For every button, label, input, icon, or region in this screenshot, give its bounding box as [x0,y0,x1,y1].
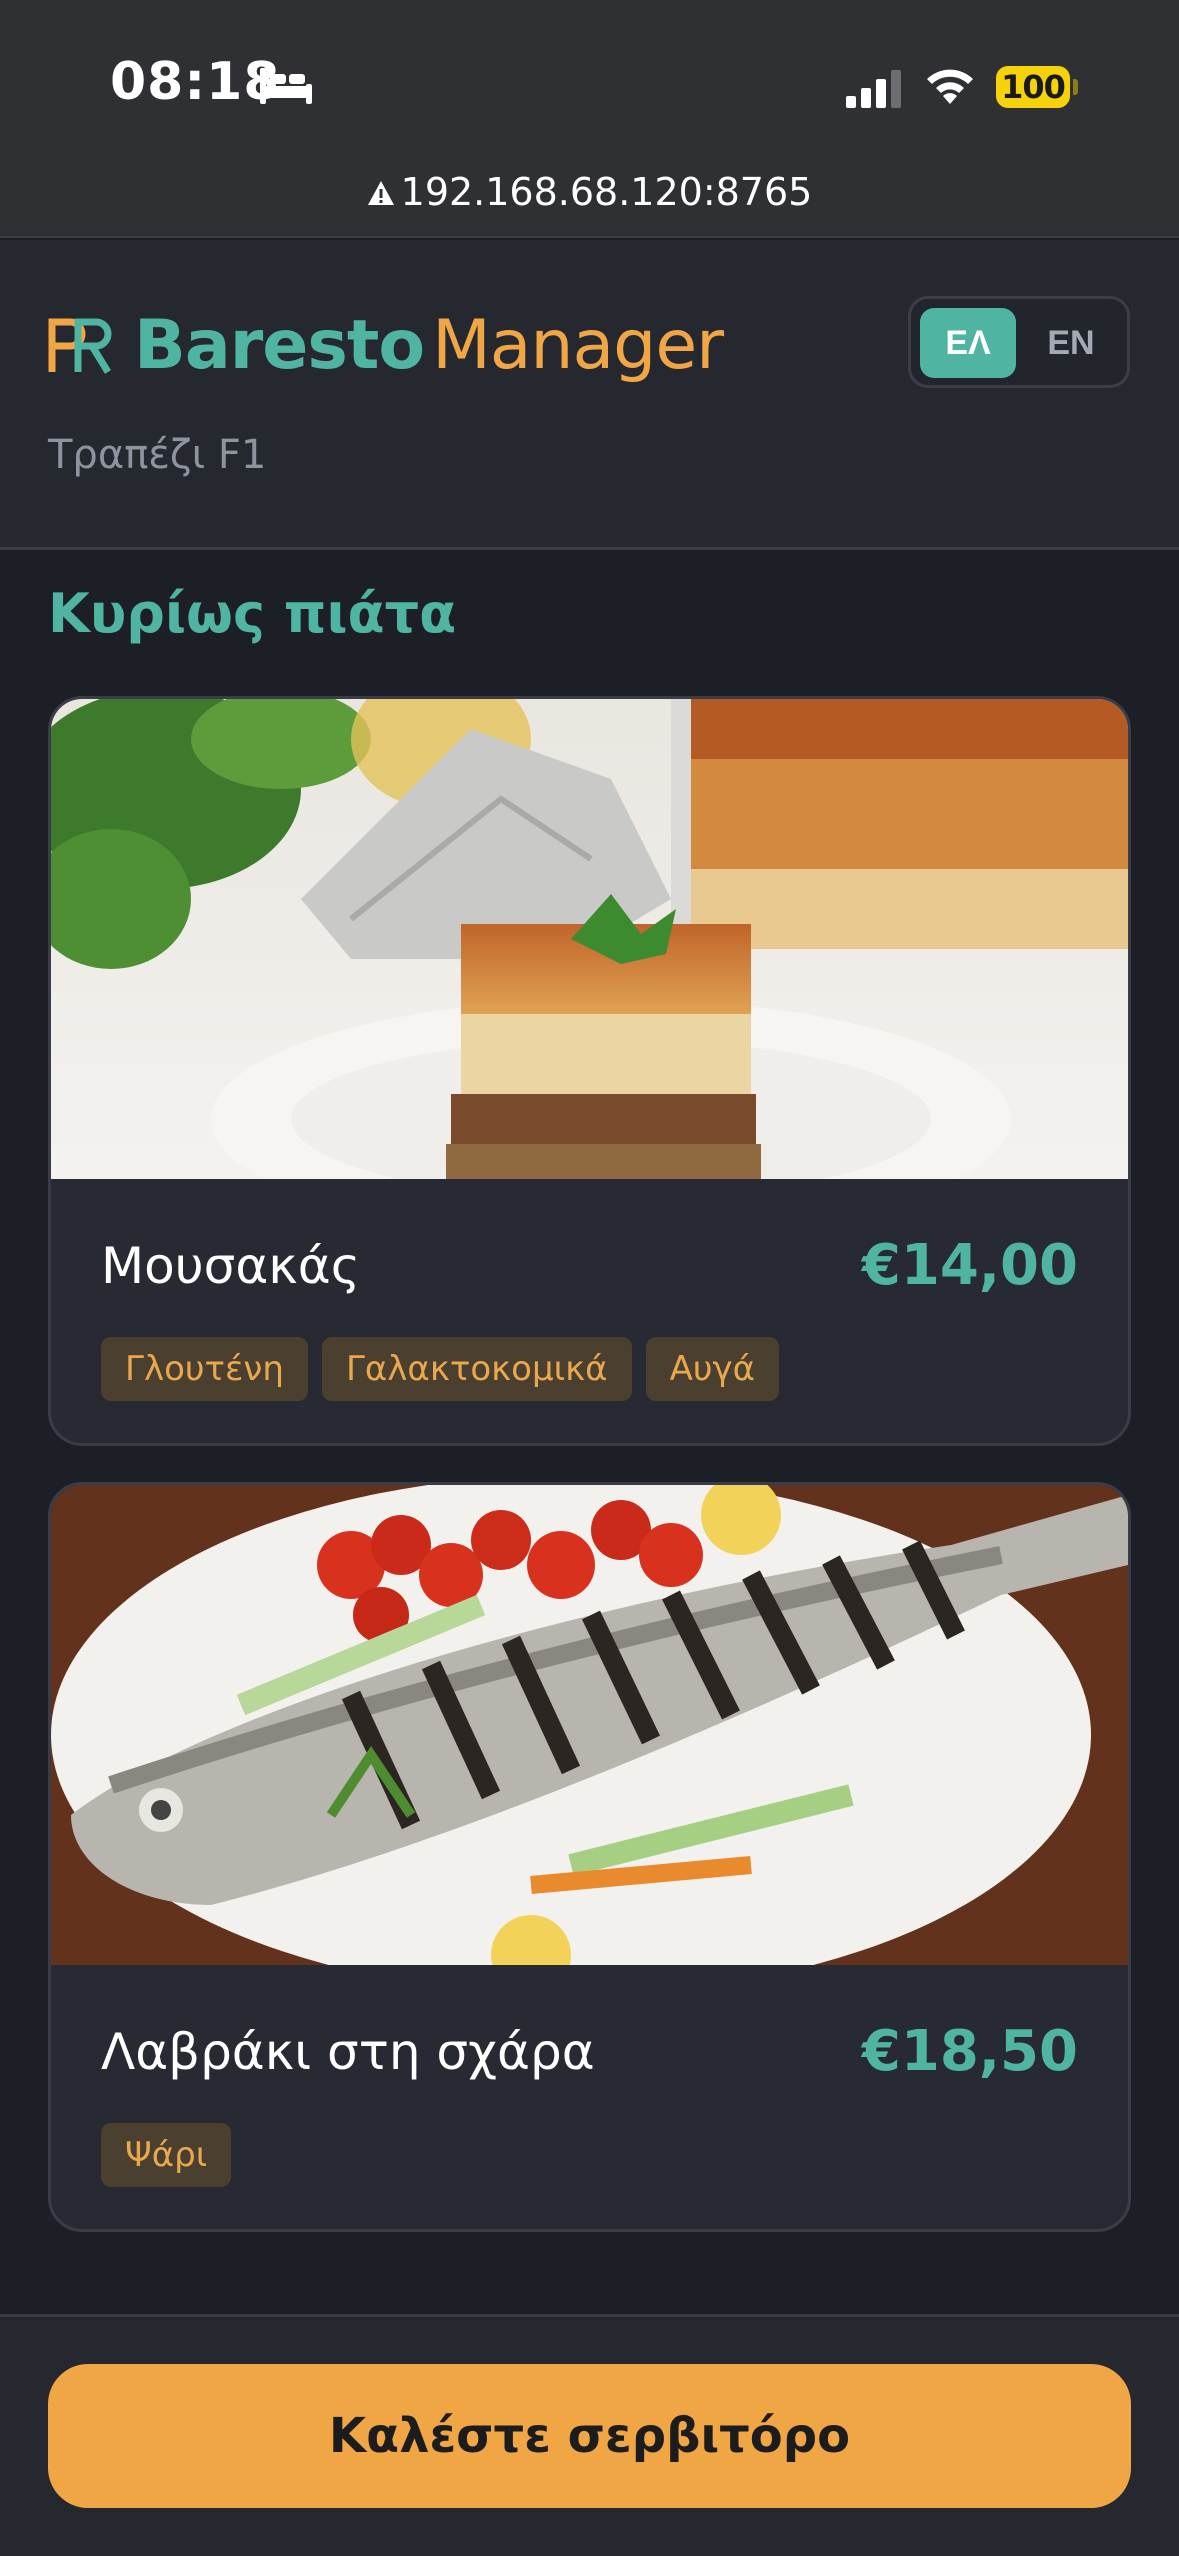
allergen-tag: Γαλακτοκομικά [321,1337,632,1401]
call-waiter-button[interactable]: Καλέστε σερβιτόρο [48,2364,1131,2508]
dish-price: €18,50 [861,2019,1078,2084]
menu-item-card[interactable]: Μουσακάς €14,00 Γλουτένη Γαλακτοκομικά Α… [48,696,1131,1446]
language-greek-button[interactable]: ΕΛ [920,308,1016,378]
sea-bass-photo [51,1485,1128,1965]
allergen-tags: Γλουτένη Γαλακτοκομικά Αυγά [101,1337,780,1401]
brand-name: Baresto Manager [134,306,724,385]
status-time: 08:18 [110,52,281,112]
moussaka-photo [51,699,1128,1179]
allergen-tag: Γλουτένη [101,1337,308,1401]
wifi-icon [927,69,973,104]
baresto-logo-icon [48,318,112,374]
warning-icon [367,181,394,205]
menu-item-card[interactable]: Λαβράκι στη σχάρα €18,50 Ψάρι [48,1482,1131,2232]
address-bar[interactable]: 192.168.68.120:8765 [0,170,1179,214]
dish-name: Λαβράκι στη σχάρα [101,2023,595,2081]
battery-icon: 100 [996,66,1078,108]
url-text: 192.168.68.120:8765 [400,170,813,214]
sleep-focus-icon [260,68,312,104]
language-toggle: ΕΛ EN [908,296,1130,388]
browser-chrome: 08:18 100 192.168.68.120:8765 [0,0,1179,238]
cellular-signal-icon [846,70,901,108]
allergen-tag: Αυγά [645,1337,780,1401]
dish-name: Μουσακάς [101,1237,361,1295]
section-title: Κυρίως πιάτα [48,582,457,645]
dish-price: €14,00 [861,1233,1078,1298]
battery-level: 100 [996,66,1070,108]
app-header [0,240,1179,550]
allergen-tag: Ψάρι [101,2123,232,2187]
language-english-button[interactable]: EN [1023,308,1119,378]
table-label: Τραπέζι F1 [48,432,267,478]
allergen-tags: Ψάρι [101,2123,232,2187]
